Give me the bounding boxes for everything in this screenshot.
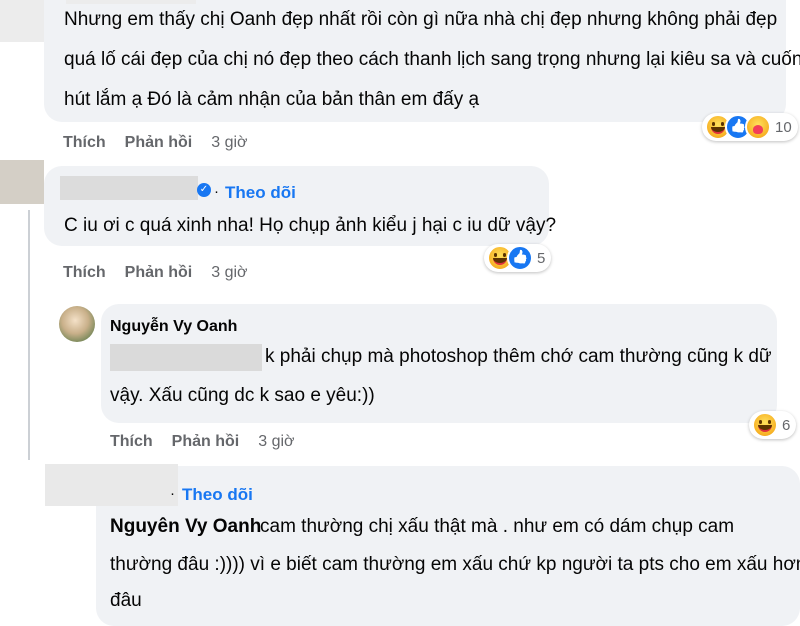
reaction-count: 6 (782, 416, 791, 434)
reaction-count: 5 (537, 249, 546, 267)
follow-button[interactable]: Theo dõi (182, 485, 253, 505)
reaction-summary[interactable]: 5 (484, 244, 552, 272)
reaction-count: 10 (775, 118, 792, 136)
reply-thread-line (28, 210, 30, 460)
reply-link[interactable]: Phản hồi (125, 264, 193, 282)
follow-button[interactable]: Theo dõi (225, 183, 296, 203)
comment-text-line: quá lố cái đẹp của chị nó đẹp theo cách … (64, 49, 800, 70)
avatar[interactable] (0, 0, 44, 42)
comment-text-line: hút lắm ạ Đó là cảm nhận của bản thân em… (64, 89, 480, 110)
reply-link[interactable]: Phản hồi (125, 134, 193, 152)
verified-badge-icon: ✓ (197, 183, 211, 197)
like-link[interactable]: Thích (63, 134, 106, 152)
comment-text-line: vậy. Xấu cũng dc k sao e yêu:)) (110, 385, 375, 406)
comment-text-line: đâu (110, 590, 142, 611)
like-link[interactable]: Thích (63, 264, 106, 282)
like-icon (507, 245, 533, 271)
commenter-name-redacted[interactable] (66, 0, 196, 4)
avatar[interactable] (0, 160, 44, 204)
comment-text-line: cam thường chị xấu thật mà . như em có d… (260, 516, 735, 537)
timestamp[interactable]: 3 giờ (211, 264, 247, 282)
comment-actions: Thích Phản hồi 3 giờ (63, 134, 248, 152)
mention-redacted[interactable] (110, 344, 262, 371)
timestamp[interactable]: 3 giờ (258, 433, 294, 451)
timestamp[interactable]: 3 giờ (211, 134, 247, 152)
separator-dot: · (214, 183, 219, 200)
reaction-summary[interactable]: 6 (749, 411, 797, 439)
reaction-summary[interactable]: 10 (702, 113, 798, 141)
comment-actions: Thích Phản hồi 3 giờ (63, 264, 248, 282)
haha-icon (752, 412, 778, 438)
reply-link[interactable]: Phản hồi (172, 433, 240, 451)
commenter-name-redacted[interactable] (60, 176, 198, 200)
comment-text-line: thường đâu :)))) vì e biết cam thường em… (110, 554, 800, 575)
avatar[interactable] (59, 306, 95, 342)
care-icon (745, 114, 771, 140)
mention-link[interactable]: Nguyên Vy Oanh (110, 512, 261, 541)
comment-text-line: k phải chụp mà photoshop thêm chớ cam th… (265, 346, 772, 367)
like-link[interactable]: Thích (110, 433, 153, 451)
commenter-name[interactable]: Nguyễn Vy Oanh (110, 318, 237, 336)
comment-text: C iu ơi c quá xinh nha! Họ chụp ảnh kiểu… (64, 215, 557, 236)
comment-actions: Thích Phản hồi 3 giờ (110, 433, 295, 451)
comment-text-line: Nhưng em thấy chị Oanh đẹp nhất rồi còn … (64, 9, 778, 30)
separator-dot: · (170, 485, 175, 502)
commenter-name-redacted[interactable] (45, 464, 178, 506)
